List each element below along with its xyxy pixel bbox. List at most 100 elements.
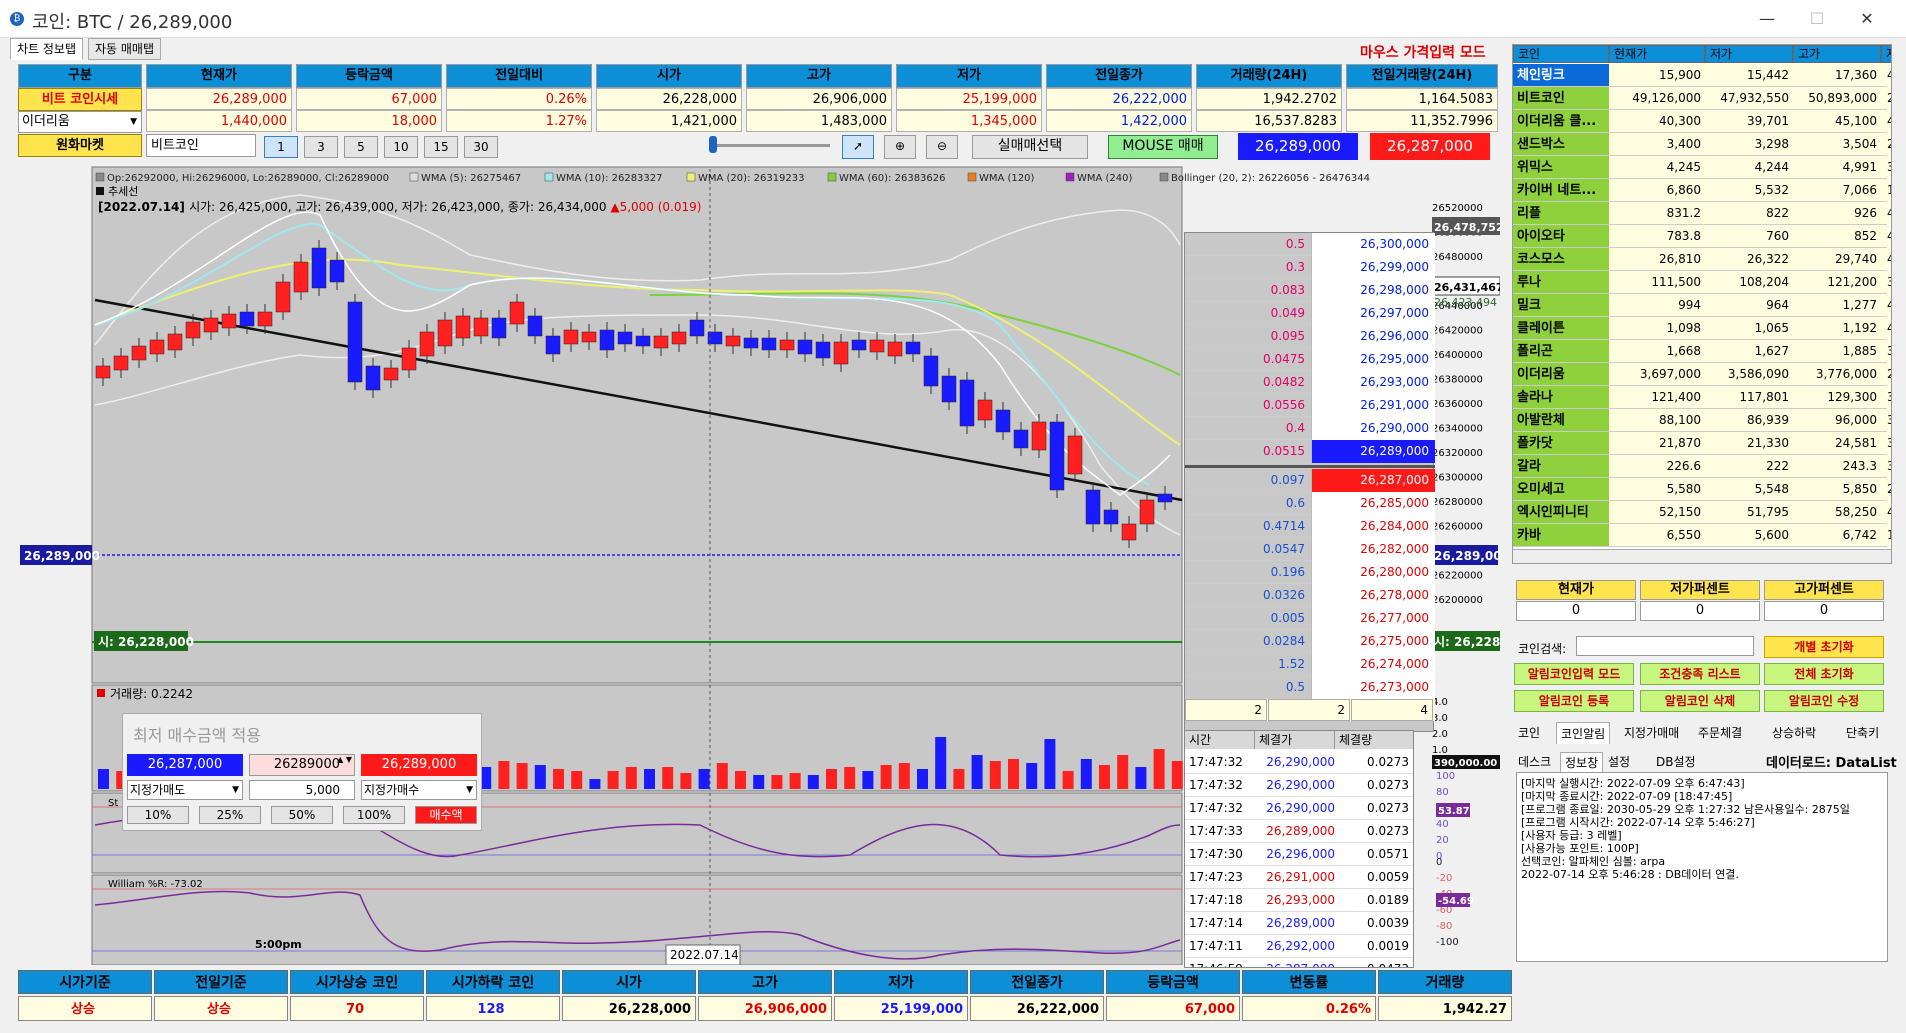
orderbook-ask-row[interactable]: 0.083 26,298,000 xyxy=(1185,279,1435,302)
orderbook-bid-row[interactable]: 0.0284 26,275,000 xyxy=(1185,630,1435,653)
qty-input[interactable]: 5,000 xyxy=(249,780,355,800)
orderbook-bid-row[interactable]: 0.6 26,285,000 xyxy=(1185,492,1435,515)
percent-button[interactable]: 50% xyxy=(271,806,333,824)
bottom-tab[interactable]: 상승하락 xyxy=(1768,722,1820,743)
coinlist-row[interactable]: 폴리곤1,6681,6271,8853 xyxy=(1513,340,1891,363)
all-reset-button[interactable]: 전체 초기화 xyxy=(1764,663,1884,685)
coin-name[interactable]: 비트코인 xyxy=(1513,87,1609,109)
filter-input[interactable]: 0 xyxy=(1640,601,1760,621)
filter-input[interactable]: 0 xyxy=(1764,601,1884,621)
buy-type-select[interactable]: 지정가매수 ▼ xyxy=(361,780,477,800)
interval-button-15[interactable]: 15 xyxy=(424,136,458,158)
spinner-icon[interactable]: ▲ ▼ xyxy=(337,755,352,765)
orderbook-ask-row[interactable]: 0.049 26,297,000 xyxy=(1185,302,1435,325)
coin-name[interactable]: 샌드박스 xyxy=(1513,133,1609,155)
orderbook-ask-row[interactable]: 0.0556 26,291,000 xyxy=(1185,394,1435,417)
coinlist-row[interactable]: 밀크9949641,2774 xyxy=(1513,294,1891,317)
coinlist-row[interactable]: 카바6,5505,6006,7421 xyxy=(1513,524,1891,547)
percent-button[interactable]: 10% xyxy=(127,806,189,824)
orderbook-bid-row[interactable]: 0.005 26,277,000 xyxy=(1185,607,1435,630)
coin-name[interactable]: 이더리움 클... xyxy=(1513,110,1609,132)
popup-buy-price[interactable]: 26,287,000 xyxy=(127,754,243,776)
coin-search-input[interactable] xyxy=(1576,636,1754,656)
orderbook-bid-row[interactable]: 0.097 26,287,000 xyxy=(1185,469,1435,492)
coin-name[interactable]: 엑시인피니티 xyxy=(1513,501,1609,523)
close-icon[interactable]: ✕ xyxy=(1852,6,1882,32)
coinlist-row[interactable]: 샌드박스3,4003,2983,5042 xyxy=(1513,133,1891,156)
ticker-row1-label[interactable]: 비트 코인시세 xyxy=(18,88,142,111)
coinlist-row[interactable]: 이더리움3,697,0003,586,0903,776,0002 xyxy=(1513,363,1891,386)
interval-button-30[interactable]: 30 xyxy=(464,136,498,158)
coin-name[interactable]: 밀크 xyxy=(1513,294,1609,316)
coin-select[interactable]: 이더리움 ▼ xyxy=(18,111,142,133)
orderbook-ask-row[interactable]: 0.0482 26,293,000 xyxy=(1185,371,1435,394)
chevron-down-icon[interactable]: ▼ xyxy=(466,781,473,799)
popup-price-input[interactable]: 26289000 ▲ ▼ xyxy=(249,754,355,776)
orderbook-bid-row[interactable]: 0.0326 26,278,000 xyxy=(1185,584,1435,607)
market-button[interactable]: 원화마켓 xyxy=(18,134,142,157)
orderbook-bid-row[interactable]: 0.5 26,273,000 xyxy=(1185,676,1435,699)
coin-name[interactable]: 위믹스 xyxy=(1513,156,1609,178)
coinlist-row[interactable]: 위믹스4,2454,2444,9913 xyxy=(1513,156,1891,179)
percent-button[interactable]: 25% xyxy=(199,806,261,824)
interval-button-3[interactable]: 3 xyxy=(304,136,338,158)
orderbook-ask-row[interactable]: 0.4 26,290,000 xyxy=(1185,417,1435,440)
orderbook-bid-row[interactable]: 0.196 26,280,000 xyxy=(1185,561,1435,584)
buy-amount-button[interactable]: 매수액 xyxy=(415,806,477,824)
coin-name[interactable]: 아이오타 xyxy=(1513,225,1609,247)
coinlist-row[interactable]: 코스모스26,81026,32229,7404 xyxy=(1513,248,1891,271)
interval-button-1[interactable]: 1 xyxy=(264,136,298,158)
zoom-slider-thumb[interactable] xyxy=(709,136,717,153)
popup-sell-price[interactable]: 26,289,000 xyxy=(361,754,477,776)
coinlist-row[interactable]: 체인링크15,90015,44217,3604 xyxy=(1513,64,1891,87)
coin-name-field[interactable]: 비트코인 xyxy=(146,134,256,157)
coin-name[interactable]: 루나 xyxy=(1513,271,1609,293)
interval-button-10[interactable]: 10 xyxy=(384,136,418,158)
alert-delete-button[interactable]: 알림코인 삭제 xyxy=(1640,690,1760,712)
sub-tab[interactable]: DB설정 xyxy=(1652,752,1700,771)
coinlist-row[interactable]: 비트코인49,126,00047,932,55050,893,0002 xyxy=(1513,87,1891,110)
coinlist-row[interactable]: 엑시인피니티52,15051,79558,2504 xyxy=(1513,501,1891,524)
coin-name[interactable]: 폴카닷 xyxy=(1513,432,1609,454)
cond-list-button[interactable]: 조건충족 리스트 xyxy=(1640,663,1760,685)
current-buy-price[interactable]: 26,289,000 xyxy=(1238,133,1358,160)
tab-chart-info[interactable]: 차트 정보탭 xyxy=(10,38,84,60)
alert-mode-button[interactable]: 알림코인입력 모드 xyxy=(1514,663,1634,685)
cursor-tool-icon[interactable]: ➚ xyxy=(842,135,874,159)
coinlist-scrollbar[interactable] xyxy=(1513,549,1891,563)
orderbook-ask-row[interactable]: 0.095 26,296,000 xyxy=(1185,325,1435,348)
bottom-tab[interactable]: 코인 xyxy=(1514,722,1544,743)
bottom-tab[interactable]: 지정가매매 xyxy=(1620,722,1683,743)
coin-name[interactable]: 이더리움 xyxy=(1513,363,1609,385)
coin-name[interactable]: 솔라나 xyxy=(1513,386,1609,408)
bottom-tab[interactable]: 코인알림 xyxy=(1556,722,1611,744)
coin-name[interactable]: 오미세고 xyxy=(1513,478,1609,500)
maximize-icon[interactable]: ☐ xyxy=(1802,6,1832,32)
zoom-out-icon[interactable]: ⊖ xyxy=(926,135,958,159)
sell-select-button[interactable]: 실매매선택 xyxy=(972,135,1088,159)
zoom-in-icon[interactable]: ⊕ xyxy=(884,135,916,159)
coinlist-row[interactable]: 이더리움 클...40,30039,70145,1004 xyxy=(1513,110,1891,133)
current-sell-price[interactable]: 26,287,000 xyxy=(1370,133,1490,160)
coin-name[interactable]: 아발란체 xyxy=(1513,409,1609,431)
sell-type-select[interactable]: 지정가매도 ▼ xyxy=(127,780,243,800)
chevron-down-icon[interactable]: ▼ xyxy=(232,781,239,799)
coin-name[interactable]: 카이버 네트... xyxy=(1513,179,1609,201)
coin-name[interactable]: 카바 xyxy=(1513,524,1609,546)
tab-auto-trade[interactable]: 자동 매매탭 xyxy=(88,38,162,60)
coin-name[interactable]: 리플 xyxy=(1513,202,1609,224)
bottom-tab[interactable]: 단축키 xyxy=(1842,722,1883,743)
sub-tab[interactable]: 데스크 xyxy=(1514,752,1555,771)
coinlist-row[interactable]: 솔라나121,400117,801129,3003 xyxy=(1513,386,1891,409)
orderbook-bid-row[interactable]: 0.4714 26,284,000 xyxy=(1185,515,1435,538)
coinlist-row[interactable]: 갈라226.6222243.33 xyxy=(1513,455,1891,478)
coin-name[interactable]: 코스모스 xyxy=(1513,248,1609,270)
orderbook-ask-row[interactable]: 0.5 26,300,000 xyxy=(1185,233,1435,256)
coinlist-row[interactable]: 아발란체88,10086,93996,0003 xyxy=(1513,409,1891,432)
filter-input[interactable]: 0 xyxy=(1516,601,1636,621)
coinlist-row[interactable]: 리플831.28229264 xyxy=(1513,202,1891,225)
alert-register-button[interactable]: 알림코인 등록 xyxy=(1514,690,1634,712)
coin-name[interactable]: 클레이튼 xyxy=(1513,317,1609,339)
interval-button-5[interactable]: 5 xyxy=(344,136,378,158)
alert-edit-button[interactable]: 알림코인 수정 xyxy=(1764,690,1884,712)
